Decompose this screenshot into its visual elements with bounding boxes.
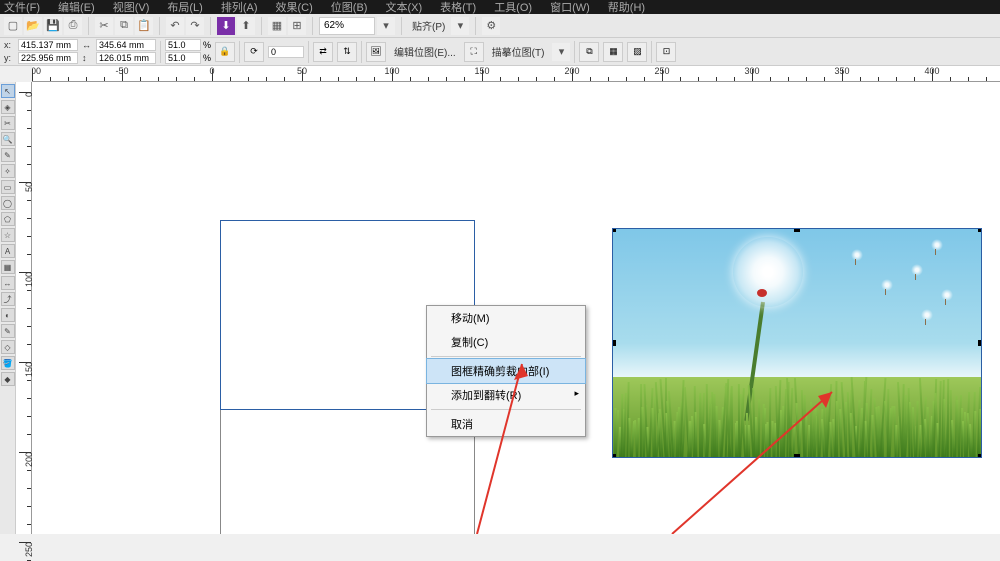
polygon-tool-icon[interactable]: ⬠ — [1, 212, 15, 226]
redo-icon[interactable]: ↷ — [186, 17, 204, 35]
handle-bl[interactable] — [612, 454, 616, 458]
width-icon: ↔ — [82, 40, 94, 50]
eyedropper-tool-icon[interactable]: ✎ — [1, 324, 15, 338]
menu-layout[interactable]: 布局(L) — [167, 0, 202, 15]
dandelion-graphic — [703, 237, 813, 387]
appstate-icon[interactable]: ▦ — [268, 17, 286, 35]
cut-icon[interactable]: ✂ — [95, 17, 113, 35]
handle-ml[interactable] — [612, 340, 616, 346]
width-input[interactable] — [96, 39, 156, 51]
lock-ratio-icon[interactable]: 🔒 — [215, 42, 235, 62]
handle-mr[interactable] — [978, 340, 982, 346]
paste-icon[interactable]: 📋 — [135, 17, 153, 35]
smart-tool-icon[interactable]: ✧ — [1, 164, 15, 178]
freehand-tool-icon[interactable]: ✎ — [1, 148, 15, 162]
handle-tl[interactable] — [612, 228, 616, 232]
dimension-tool-icon[interactable]: ↔ — [1, 276, 15, 290]
menu-move[interactable]: 移动(M) — [427, 306, 585, 330]
mirror-v-icon[interactable]: ⇅ — [337, 42, 357, 62]
height-icon: ↕ — [82, 53, 94, 63]
menu-window[interactable]: 窗口(W) — [550, 0, 590, 15]
new-icon[interactable]: ▢ — [4, 17, 22, 35]
submenu-arrow-icon: ▸ — [574, 388, 579, 399]
text-tool-icon[interactable]: A — [1, 244, 15, 258]
height-input[interactable] — [96, 52, 156, 64]
pct-label: % — [203, 40, 211, 50]
menu-cancel[interactable]: 取消 — [427, 412, 585, 436]
scalex-input[interactable] — [165, 39, 201, 51]
open-icon[interactable]: 📂 — [24, 17, 42, 35]
menu-tools[interactable]: 工具(O) — [494, 0, 532, 15]
interactive-fill-icon[interactable]: ◆ — [1, 372, 15, 386]
print-icon[interactable]: ⎙ — [64, 17, 82, 35]
menu-view[interactable]: 视图(V) — [113, 0, 150, 15]
y-input[interactable] — [18, 52, 78, 64]
menu-bitmap[interactable]: 位图(B) — [331, 0, 368, 15]
zoom-input[interactable] — [319, 17, 375, 35]
wrap-icon[interactable]: ▨ — [627, 42, 647, 62]
import-icon[interactable]: ⬇ — [217, 17, 235, 35]
trace-bitmap-label[interactable]: 描摹位图(T) — [488, 44, 549, 59]
pct-label-2: % — [203, 53, 211, 63]
connector-tool-icon[interactable]: ⤴ — [1, 292, 15, 306]
handle-tm[interactable] — [794, 228, 800, 232]
zoom-tool-icon[interactable]: 🔍 — [1, 132, 15, 146]
shapes-tool-icon[interactable]: ☆ — [1, 228, 15, 242]
outline-tool-icon[interactable]: ◇ — [1, 340, 15, 354]
menu-copy[interactable]: 复制(C) — [427, 330, 585, 354]
bitmap-object[interactable] — [612, 228, 982, 458]
x-input[interactable] — [18, 39, 78, 51]
effects-tool-icon[interactable]: ◐ — [1, 308, 15, 322]
menu-effects[interactable]: 效果(C) — [276, 0, 313, 15]
snap-label[interactable]: 贴齐(P) — [408, 18, 449, 33]
main-toolbar: ▢ 📂 💾 ⎙ ✂ ⧉ 📋 ↶ ↷ ⬇ ⬆ ▦ ⊞ ▾ 贴齐(P) ▾ ⚙ — [0, 14, 1000, 38]
menu-arrange[interactable]: 排列(A) — [221, 0, 258, 15]
menu-place-inside[interactable]: 图框精确剪裁内部(I) — [426, 358, 586, 384]
angle-input[interactable] — [268, 46, 304, 58]
shape-tool-icon[interactable]: ◈ — [1, 100, 15, 114]
horizontal-ruler: -100-50050100150200250300350400450 — [32, 66, 1000, 82]
menu-table[interactable]: 表格(T) — [440, 0, 476, 15]
trace-dropdown-icon[interactable]: ▾ — [552, 43, 570, 61]
property-bar: x: y: ↔ ↕ % % 🔒 ⟳ ⇄ ⇅ 🖼 编辑位图( — [0, 38, 1000, 66]
extra-icon[interactable]: ⊡ — [656, 42, 676, 62]
save-icon[interactable]: 💾 — [44, 17, 62, 35]
copy-icon[interactable]: ⧉ — [115, 17, 133, 35]
toolbox: ↖ ◈ ✂ 🔍 ✎ ✧ ▭ ◯ ⬠ ☆ A ▦ ↔ ⤴ ◐ ✎ ◇ 🪣 ◆ — [0, 82, 16, 534]
scaley-input[interactable] — [165, 52, 201, 64]
rectangle-tool-icon[interactable]: ▭ — [1, 180, 15, 194]
menu-add-rollover[interactable]: 添加到翻转(R) ▸ — [427, 383, 585, 407]
ellipse-tool-icon[interactable]: ◯ — [1, 196, 15, 210]
table-tool-icon[interactable]: ▦ — [1, 260, 15, 274]
y-label: y: — [4, 53, 16, 63]
crop-tool-icon[interactable]: ✂ — [1, 116, 15, 130]
zoom-dropdown-icon[interactable]: ▾ — [377, 17, 395, 35]
pick-tool-icon[interactable]: ↖ — [1, 84, 15, 98]
mirror-h-icon[interactable]: ⇄ — [313, 42, 333, 62]
canvas-area[interactable]: 移动(M) 复制(C) 图框精确剪裁内部(I) 添加到翻转(R) ▸ 取消 — [32, 82, 1000, 534]
edit-bitmap-icon[interactable]: 🖼 — [366, 42, 386, 62]
menu-bar[interactable]: 文件(F) 编辑(E) 视图(V) 布局(L) 排列(A) 效果(C) 位图(B… — [0, 0, 1000, 14]
snap-dropdown-icon[interactable]: ▾ — [451, 17, 469, 35]
menu-edit[interactable]: 编辑(E) — [58, 0, 95, 15]
handle-bm[interactable] — [794, 454, 800, 458]
edit-bitmap-label[interactable]: 编辑位图(E)... — [390, 44, 460, 59]
context-menu: 移动(M) 复制(C) 图框精确剪裁内部(I) 添加到翻转(R) ▸ 取消 — [426, 305, 586, 437]
vertical-ruler: 050100150200250 — [16, 82, 32, 534]
undo-icon[interactable]: ↶ — [166, 17, 184, 35]
options-icon[interactable]: ⚙ — [482, 17, 500, 35]
crop-icon[interactable]: ⧉ — [579, 42, 599, 62]
rotate-icon[interactable]: ⟳ — [244, 42, 264, 62]
welcome-icon[interactable]: ⊞ — [288, 17, 306, 35]
trace-bitmap-icon[interactable]: ⛶ — [464, 42, 484, 62]
fill-tool-icon[interactable]: 🪣 — [1, 356, 15, 370]
export-icon[interactable]: ⬆ — [237, 17, 255, 35]
resample-icon[interactable]: ▦ — [603, 42, 623, 62]
x-label: x: — [4, 40, 16, 50]
handle-tr[interactable] — [978, 228, 982, 232]
menu-help[interactable]: 帮助(H) — [608, 0, 645, 15]
menu-file[interactable]: 文件(F) — [4, 0, 40, 15]
menu-text[interactable]: 文本(X) — [385, 0, 422, 15]
handle-br[interactable] — [978, 454, 982, 458]
